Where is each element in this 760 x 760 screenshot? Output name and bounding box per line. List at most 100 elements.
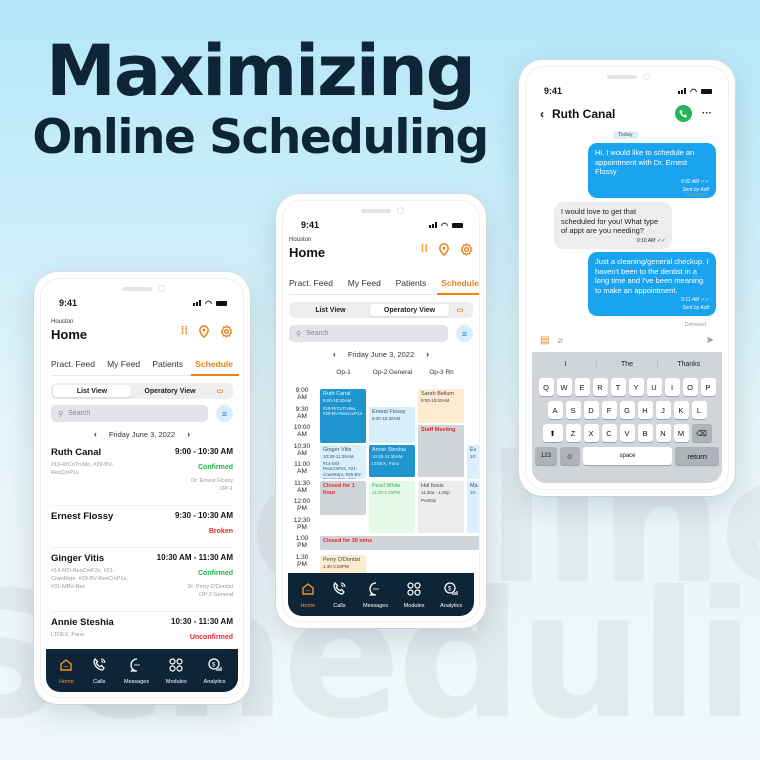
appointment-item[interactable]: Annie Steshia LTDEX, Pano 10:30 - 11:30 A… [51,612,233,652]
nav-item-modules[interactable]: Modules [166,657,187,685]
nav-item-calls[interactable]: Calls [91,657,107,685]
appointment-block[interactable]: Ev 10: [467,445,479,479]
tab-schedule[interactable]: Schedule [191,359,239,376]
key-o[interactable]: O [682,378,698,396]
nav-item-home[interactable]: Home [300,581,316,609]
back-icon[interactable]: ‹ [540,107,544,121]
send-icon[interactable]: ➤ [706,335,714,346]
key-w[interactable]: W [556,378,572,396]
key-l[interactable]: L [691,401,707,419]
key-f[interactable]: F [601,401,617,419]
phone-icon [91,657,107,675]
search-input[interactable]: ⚲ Search [289,325,448,342]
calendar-icon[interactable]: ▭ [449,304,471,316]
suggestion[interactable]: I [535,360,597,368]
tab-patients[interactable]: Patients [152,359,183,369]
key-a[interactable]: A [547,401,563,419]
appointment-block[interactable]: Ruth Canal 9:00-10:30AM #19-RrCnTrvMo, #29… [320,389,366,443]
nav-item-messages[interactable]: Messages [124,657,149,685]
key-p[interactable]: P [700,378,716,396]
tab-my-feed[interactable]: My Feed [107,359,140,369]
key-u[interactable]: U [646,378,662,396]
appointment-block[interactable]: Ma 10: [467,481,479,533]
tab-schedule[interactable]: Schedule [437,278,479,295]
prev-day-icon[interactable]: ‹ [94,429,97,439]
return-key[interactable]: return [675,447,719,465]
nav-item-analytics[interactable]: $ Analytics [440,581,462,609]
day-divider: Today [613,131,638,139]
emoji-key[interactable]: ☺ [559,447,580,465]
appointment-item[interactable]: Ginger Vitis #14-MO-ResCmP2s, #21-CrwnRep… [51,548,233,612]
appointment-block[interactable]: Annie Steshia 10:30-11:30AM LTDEX, Pano [369,445,415,477]
key-g[interactable]: G [619,401,635,419]
closed-block[interactable]: Closed for 30 mins [320,536,479,550]
attachment-icon[interactable]: ⌀ [557,335,562,346]
backspace-key[interactable]: ⌫ [691,424,712,442]
suggestion[interactable]: Thanks [658,361,719,368]
staff-meeting-block[interactable]: Staff Meeting [418,425,464,477]
tab-pract-feed[interactable]: Pract. Feed [51,359,95,369]
key-v[interactable]: V [619,424,635,442]
shift-key[interactable]: ⬆ [542,424,563,442]
key-j[interactable]: J [655,401,671,419]
gear-icon[interactable] [460,242,473,261]
closed-block[interactable]: Closed for 1 hour [320,481,366,515]
tab-pract-feed[interactable]: Pract. Feed [289,278,333,288]
message-input[interactable] [571,333,698,347]
key-m[interactable]: M [673,424,689,442]
suggestion[interactable]: The [597,360,659,368]
key-q[interactable]: Q [538,378,554,396]
key-c[interactable]: C [601,424,617,442]
date-label: Friday June 3, 2022 [347,349,415,359]
nav-item-modules[interactable]: Modules [404,581,425,609]
next-day-icon[interactable]: › [426,349,429,359]
key-x[interactable]: X [583,424,599,442]
filter-icon[interactable]: ≡ [216,405,233,422]
key-r[interactable]: R [592,378,608,396]
dialpad-icon[interactable]: ⁞⁞ [421,243,428,261]
appointment-item[interactable]: Ernest Flossy 9:30 - 10:30 AM Broken [51,506,233,548]
nav-item-analytics[interactable]: $ Analytics [204,657,226,685]
next-day-icon[interactable]: › [187,429,190,439]
space-key[interactable]: space [582,447,673,465]
list-view-toggle[interactable]: List View [53,385,131,397]
prev-day-icon[interactable]: ‹ [333,349,336,359]
operatory-view-toggle[interactable]: Operatory View [370,304,449,316]
appointment-block[interactable]: Pearl White 11:30-1:30PM [369,481,415,533]
key-k[interactable]: K [673,401,689,419]
key-d[interactable]: D [583,401,599,419]
numbers-key[interactable]: 123 [535,447,557,465]
nav-item-messages[interactable]: Messages [363,581,388,609]
key-b[interactable]: B [637,424,653,442]
key-t[interactable]: T [610,378,626,396]
key-i[interactable]: I [664,378,680,396]
operatory-view-toggle[interactable]: Operatory View [131,385,209,397]
tab-patients[interactable]: Patients [396,278,427,288]
nav-item-calls[interactable]: Calls [331,581,347,609]
call-button[interactable] [675,105,692,122]
appointment-block[interactable]: Sarah Bellum 9:00-10:00AM [418,389,464,423]
key-z[interactable]: Z [565,424,581,442]
appointment-block[interactable]: Hal Itosis 11:30a - 1:00p PostOp [418,481,464,533]
key-e[interactable]: E [574,378,590,396]
templates-icon[interactable]: ▤ [540,335,549,346]
key-n[interactable]: N [655,424,671,442]
appointment-item[interactable]: Ruth Canal #19-RrCnTrvMo, #29-BV-ResCmP1s… [51,442,233,506]
appointment-block[interactable]: Ernest Flossy 9:30-10:30AM [369,407,415,443]
key-h[interactable]: H [637,401,653,419]
location-pin-icon[interactable] [198,325,210,343]
location-pin-icon[interactable] [438,243,450,261]
home-tabs: Pract. Feed My Feed Patients Schedule [51,359,239,376]
search-input[interactable]: ⚲ Search [51,405,208,422]
appointment-block[interactable]: Ginger Vitis 10:30-11:30AM #14-MO-ResCmP2s… [320,445,366,479]
key-s[interactable]: S [565,401,581,419]
tab-my-feed[interactable]: My Feed [348,278,381,288]
nav-item-home[interactable]: Home [58,657,74,685]
gear-icon[interactable] [220,324,233,343]
more-options-icon[interactable]: ··· [702,108,712,119]
dialpad-icon[interactable]: ⁞⁞ [181,325,188,343]
filter-icon[interactable]: ≡ [456,325,473,342]
key-y[interactable]: Y [628,378,644,396]
list-view-toggle[interactable]: List View [291,304,370,316]
calendar-icon[interactable]: ▭ [209,385,231,397]
